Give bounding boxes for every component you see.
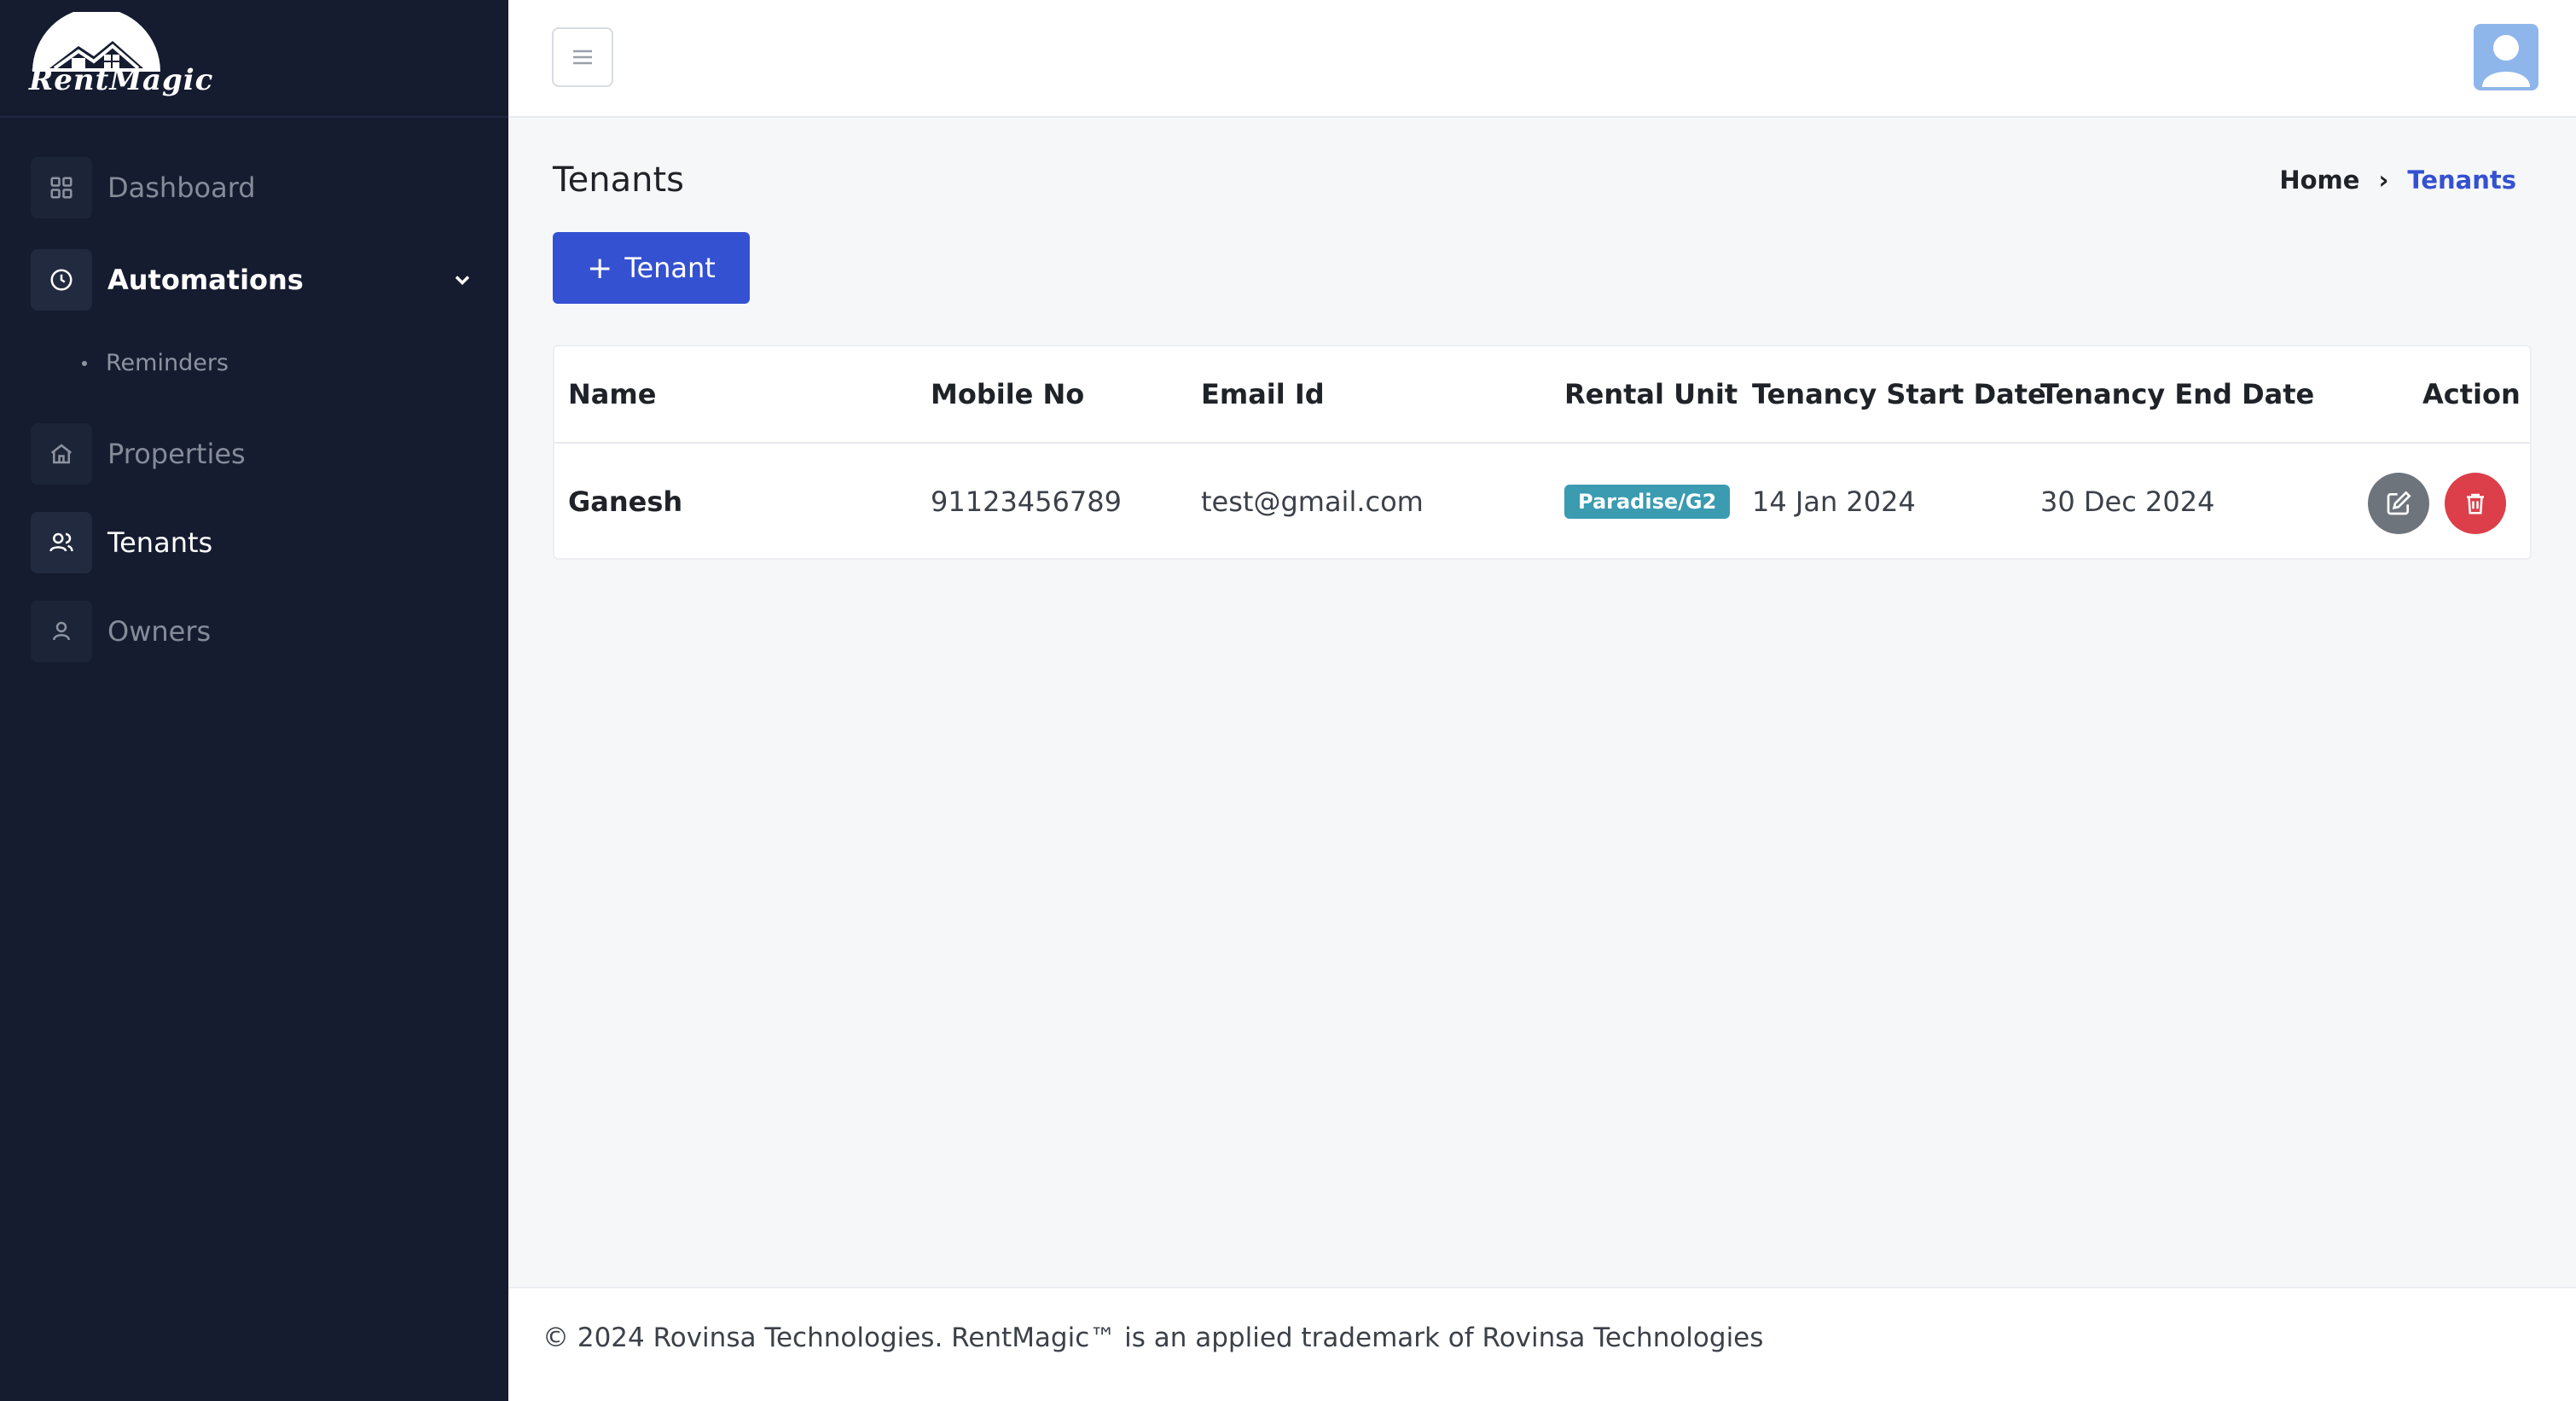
clock-icon: [31, 249, 92, 311]
breadcrumb-separator-icon: ›: [2378, 166, 2389, 195]
breadcrumb-current: Tenants: [2407, 166, 2516, 195]
footer-copyright: © 2024 Rovinsa Technologies. RentMagic™ …: [542, 1323, 1764, 1353]
sidebar-item-properties[interactable]: Properties: [31, 423, 478, 485]
plus-icon: +: [587, 250, 613, 286]
trash-icon: [2467, 493, 2484, 514]
cell-end-date: 30 Dec 2024: [2040, 485, 2215, 518]
page-title: Tenants: [553, 160, 684, 200]
bullet-icon: [82, 360, 87, 366]
users-icon: [31, 512, 92, 573]
add-tenant-label: Tenant: [624, 252, 716, 284]
sidebar-item-label: Properties: [107, 438, 246, 470]
sidebar-item-label: Dashboard: [107, 171, 256, 204]
breadcrumb: Home › Tenants: [2279, 166, 2516, 195]
rental-unit-badge: Paradise/G2: [1564, 485, 1731, 519]
column-header-rental-unit[interactable]: Rental Unit: [1564, 346, 1738, 442]
sidebar-item-tenants[interactable]: Tenants: [31, 512, 478, 573]
sidebar-subitem-reminders[interactable]: Reminders: [82, 350, 229, 376]
column-header-start-date[interactable]: Tenancy Start Date: [1752, 346, 2046, 442]
user-icon: [31, 601, 92, 662]
sidebar: RentMagic Dashboard Automations Reminder…: [0, 0, 508, 1401]
sidebar-subitem-label: Reminders: [106, 350, 229, 376]
sidebar-item-label: Tenants: [107, 526, 213, 559]
cell-mobile: 91123456789: [931, 485, 1122, 518]
delete-button[interactable]: [2445, 473, 2506, 534]
edit-button[interactable]: [2368, 473, 2429, 534]
breadcrumb-home[interactable]: Home: [2279, 166, 2359, 195]
home-icon: [31, 423, 92, 485]
menu-toggle-button[interactable]: [552, 27, 613, 87]
sidebar-item-automations[interactable]: Automations: [31, 249, 478, 311]
top-header: [508, 0, 2576, 118]
sidebar-item-label: Automations: [107, 264, 304, 296]
sidebar-item-label: Owners: [107, 615, 212, 648]
add-tenant-button[interactable]: + Tenant: [553, 232, 750, 304]
brand-name: RentMagic: [29, 63, 214, 97]
sidebar-item-dashboard[interactable]: Dashboard: [31, 157, 478, 218]
tenants-table: Name Mobile No Email Id Rental Unit Tena…: [553, 345, 2532, 560]
table-header: Name Mobile No Email Id Rental Unit Tena…: [554, 346, 2530, 444]
column-header-name[interactable]: Name: [568, 346, 656, 442]
column-header-end-date[interactable]: Tenancy End Date: [2040, 346, 2314, 442]
cell-start-date: 14 Jan 2024: [1752, 485, 1916, 518]
cell-email: test@gmail.com: [1201, 485, 1424, 518]
cell-rental-unit: Paradise/G2: [1564, 444, 1731, 560]
sidebar-item-owners[interactable]: Owners: [31, 601, 478, 662]
table-row: Ganesh 91123456789 test@gmail.com Paradi…: [554, 444, 2530, 560]
avatar[interactable]: [2474, 24, 2538, 90]
edit-icon: [2387, 491, 2411, 515]
column-header-action: Action: [2422, 378, 2521, 410]
brand-logo[interactable]: RentMagic: [0, 0, 508, 118]
avatar-icon: [2482, 35, 2530, 87]
column-header-mobile[interactable]: Mobile No: [931, 346, 1084, 442]
cell-name: Ganesh: [568, 485, 683, 518]
hamburger-icon: [573, 49, 592, 65]
chevron-down-icon[interactable]: [450, 268, 474, 292]
dashboard-icon: [31, 157, 92, 218]
footer: © 2024 Rovinsa Technologies. RentMagic™ …: [508, 1287, 2576, 1401]
column-header-email[interactable]: Email Id: [1201, 346, 1325, 442]
